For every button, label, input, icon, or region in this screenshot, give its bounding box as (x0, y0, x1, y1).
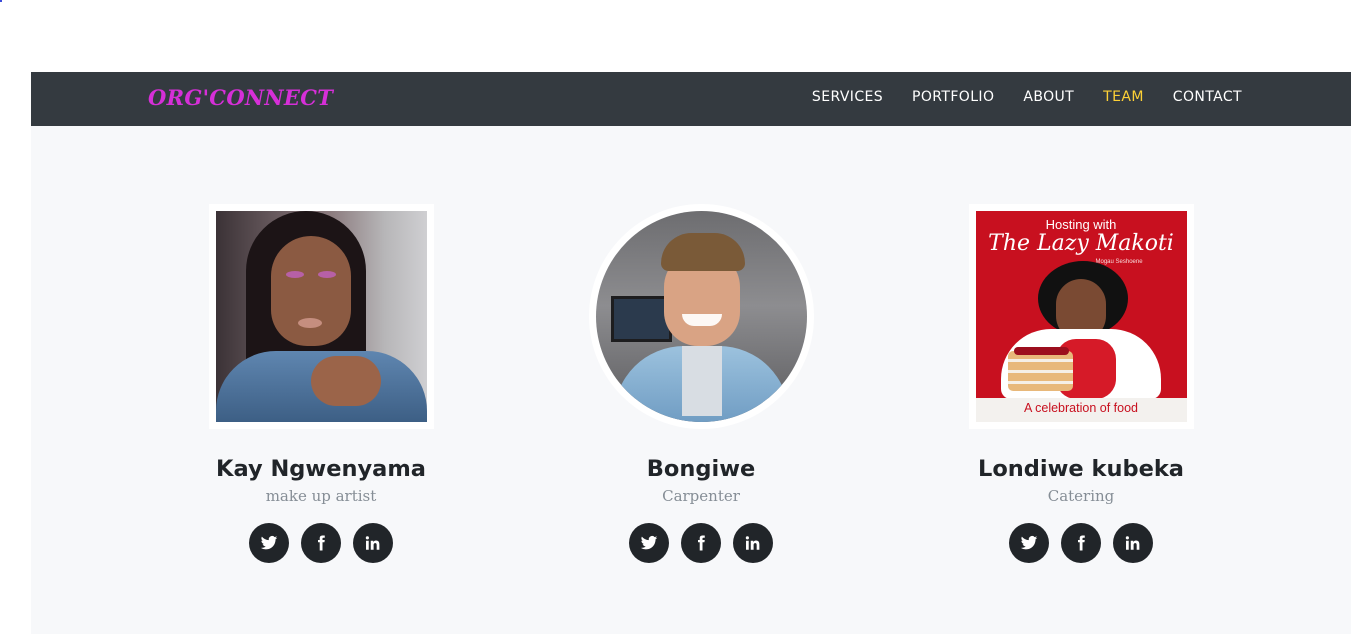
social-links (141, 523, 501, 563)
member-photo-frame (208, 204, 434, 429)
linkedin-link[interactable] (733, 523, 773, 563)
member-photo (215, 211, 427, 422)
linkedin-icon (365, 536, 380, 550)
facebook-icon (318, 535, 325, 551)
nav-links: SERVICES PORTFOLIO ABOUT TEAM CONTACT (812, 89, 1242, 105)
member-name: Kay Ngwenyama (216, 456, 426, 482)
member-photo (595, 211, 807, 422)
twitter-link[interactable] (629, 523, 669, 563)
social-links (521, 523, 881, 563)
member-photo-frame (588, 204, 814, 429)
facebook-link[interactable] (681, 523, 721, 563)
twitter-link[interactable] (249, 523, 289, 563)
nav-link-services[interactable]: SERVICES (812, 89, 883, 105)
member-photo: Hosting with The Lazy Makoti Mogau Sesho… (975, 211, 1187, 422)
team-member-card: Hosting with The Lazy Makoti Mogau Sesho… (901, 204, 1261, 563)
facebook-link[interactable] (301, 523, 341, 563)
linkedin-link[interactable] (1113, 523, 1153, 563)
nav-link-team[interactable]: TEAM (1103, 89, 1144, 105)
brand-logo[interactable]: ORG'CONNECT (148, 85, 333, 110)
twitter-icon (260, 535, 278, 550)
page-frame: ORG'CONNECT SERVICES PORTFOLIO ABOUT TEA… (31, 72, 1351, 634)
facebook-link[interactable] (1061, 523, 1101, 563)
twitter-icon (640, 535, 658, 550)
nav-link-portfolio[interactable]: PORTFOLIO (912, 89, 994, 105)
book-cover-title: The Lazy Makoti (988, 231, 1174, 256)
member-name: Londiwe kubeka (977, 456, 1184, 482)
member-role: make up artist (265, 487, 377, 505)
social-links (901, 523, 1261, 563)
linkedin-link[interactable] (353, 523, 393, 563)
book-cover-tagline: A celebration of food (1024, 401, 1138, 415)
navbar: ORG'CONNECT SERVICES PORTFOLIO ABOUT TEA… (31, 72, 1351, 126)
member-name: Bongiwe (646, 456, 756, 482)
corner-pixel (0, 0, 2, 2)
member-role: Carpenter (662, 487, 740, 505)
linkedin-icon (745, 536, 760, 550)
member-role: Catering (1047, 487, 1115, 505)
facebook-icon (698, 535, 705, 551)
nav-link-contact[interactable]: CONTACT (1173, 89, 1242, 105)
team-member-card: Bongiwe Carpenter (521, 204, 881, 563)
twitter-link[interactable] (1009, 523, 1049, 563)
facebook-icon (1078, 535, 1085, 551)
team-member-card: Kay Ngwenyama make up artist (141, 204, 501, 563)
nav-link-about[interactable]: ABOUT (1023, 89, 1074, 105)
linkedin-icon (1125, 536, 1140, 550)
member-photo-frame: Hosting with The Lazy Makoti Mogau Sesho… (968, 204, 1194, 429)
book-cover-line1: Hosting with (1045, 217, 1117, 232)
twitter-icon (1020, 535, 1038, 550)
